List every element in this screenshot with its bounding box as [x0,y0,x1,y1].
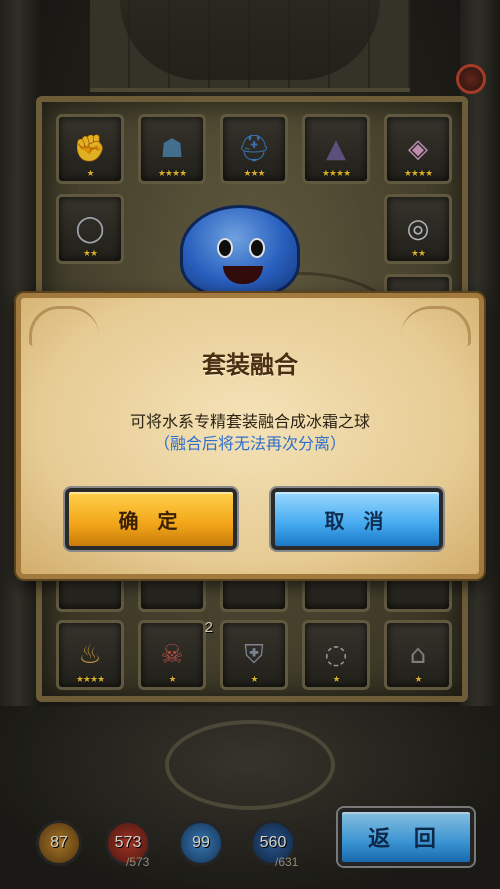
confirm-button[interactable]: 确 定 [65,488,237,550]
dialog-warning-note: （融合后将无法再次分离） [153,434,346,453]
dialog-title: 套装融合 [202,351,298,379]
dialog-message: 可将水系专精套装融合成冰霜之球 [129,412,370,431]
corner-ornament [401,306,471,346]
cancel-button[interactable]: 取 消 [271,488,443,550]
set-fusion-dialog: 套装融合 可将水系专精套装融合成冰霜之球 （融合后将无法再次分离） 确 定 取 … [16,293,484,579]
corner-ornament [29,306,99,346]
